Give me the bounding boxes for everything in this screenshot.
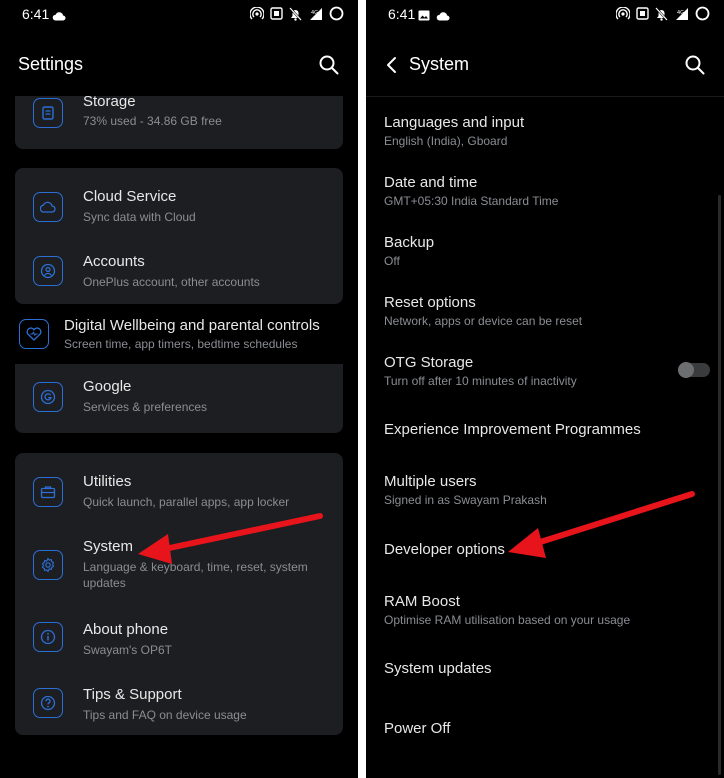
otg-storage-toggle[interactable]	[678, 362, 710, 378]
system-screen: 6:41 4G System Languages and input Engli…	[366, 0, 724, 778]
system-item-backup[interactable]: Backup Off	[366, 224, 724, 282]
search-icon	[319, 55, 339, 75]
search-button[interactable]	[318, 54, 340, 76]
system-item-experience-improvement[interactable]: Experience Improvement Programmes	[366, 404, 724, 458]
nfc-icon	[270, 7, 283, 20]
battery-icon	[695, 6, 710, 21]
status-bar: 6:41 4G	[366, 0, 724, 30]
app-bar: Settings	[0, 40, 358, 90]
cloud-notification-icon	[52, 8, 66, 26]
settings-item-about-phone[interactable]: About phone Swayam's OP6T	[15, 605, 343, 671]
info-icon	[33, 622, 63, 652]
storage-card: Storage 73% used - 34.86 GB free	[15, 96, 343, 149]
signal-icon: 4G	[310, 7, 322, 20]
google-icon	[33, 382, 63, 412]
status-bar: 6:41 4G	[0, 0, 358, 30]
system-item-ram-boost[interactable]: RAM Boost Optimise RAM utilisation based…	[366, 584, 724, 642]
svg-text:4G: 4G	[677, 10, 684, 16]
storage-icon	[33, 98, 63, 128]
settings-item-system[interactable]: System Language & keyboard, time, reset,…	[15, 521, 343, 605]
heart-icon	[19, 319, 49, 349]
help-icon	[33, 688, 63, 718]
mute-icon	[655, 6, 668, 21]
hotspot-icon	[250, 6, 264, 19]
signal-icon: 4G	[676, 7, 688, 20]
back-button[interactable]	[382, 54, 404, 76]
cloud-icon	[33, 192, 63, 222]
system-item-otg-storage[interactable]: OTG Storage Turn off after 10 minutes of…	[366, 344, 724, 402]
system-item-reset-options[interactable]: Reset options Network, apps or device ca…	[366, 284, 724, 342]
search-icon	[685, 55, 705, 75]
system-item-power-off[interactable]: Power Off	[366, 704, 724, 758]
clock: 6:41	[22, 6, 50, 22]
toggle-knob	[678, 362, 694, 378]
system-item-system-updates[interactable]: System updates	[366, 644, 724, 698]
system-item-languages[interactable]: Languages and input English (India), Gbo…	[366, 104, 724, 162]
scrollbar[interactable]	[718, 195, 721, 775]
settings-screen: 6:41 4G Settings Storage 73% used - 34.8…	[0, 0, 358, 778]
settings-item-storage[interactable]: Storage 73% used - 34.86 GB free	[15, 96, 343, 149]
hotspot-icon	[616, 6, 630, 19]
page-title: Settings	[18, 54, 84, 74]
clock: 6:41	[388, 6, 416, 22]
mute-icon	[289, 6, 302, 21]
system-card: Utilities Quick launch, parallel apps, a…	[15, 453, 343, 735]
settings-item-google[interactable]: Google Services & preferences	[15, 364, 343, 433]
page-title: System	[409, 54, 470, 74]
settings-item-accounts[interactable]: Accounts OnePlus account, other accounts	[15, 234, 343, 304]
svg-text:4G: 4G	[311, 10, 318, 16]
settings-item-cloud-service[interactable]: Cloud Service Sync data with Cloud	[15, 168, 343, 234]
cloud-notification-icon	[436, 8, 450, 26]
system-item-developer-options[interactable]: Developer options	[366, 524, 724, 578]
settings-item-utilities[interactable]: Utilities Quick launch, parallel apps, a…	[15, 453, 343, 521]
app-bar: System	[366, 40, 724, 90]
settings-item-digital-wellbeing[interactable]: Digital Wellbeing and parental controls …	[0, 306, 358, 362]
toolbox-icon	[33, 477, 63, 507]
accounts-card: Cloud Service Sync data with Cloud Accou…	[15, 168, 343, 304]
system-item-multiple-users[interactable]: Multiple users Signed in as Swayam Praka…	[366, 464, 724, 522]
battery-icon	[329, 6, 344, 21]
divider	[366, 96, 724, 97]
image-notification-icon	[418, 8, 430, 26]
back-arrow-icon	[387, 57, 396, 73]
settings-item-tips-support[interactable]: Tips & Support Tips and FAQ on device us…	[15, 671, 343, 735]
system-item-date-time[interactable]: Date and time GMT+05:30 India Standard T…	[366, 164, 724, 222]
search-button[interactable]	[684, 54, 706, 76]
gear-icon	[33, 550, 63, 580]
google-card: Google Services & preferences	[15, 364, 343, 433]
account-icon	[33, 256, 63, 286]
nfc-icon	[636, 7, 649, 20]
